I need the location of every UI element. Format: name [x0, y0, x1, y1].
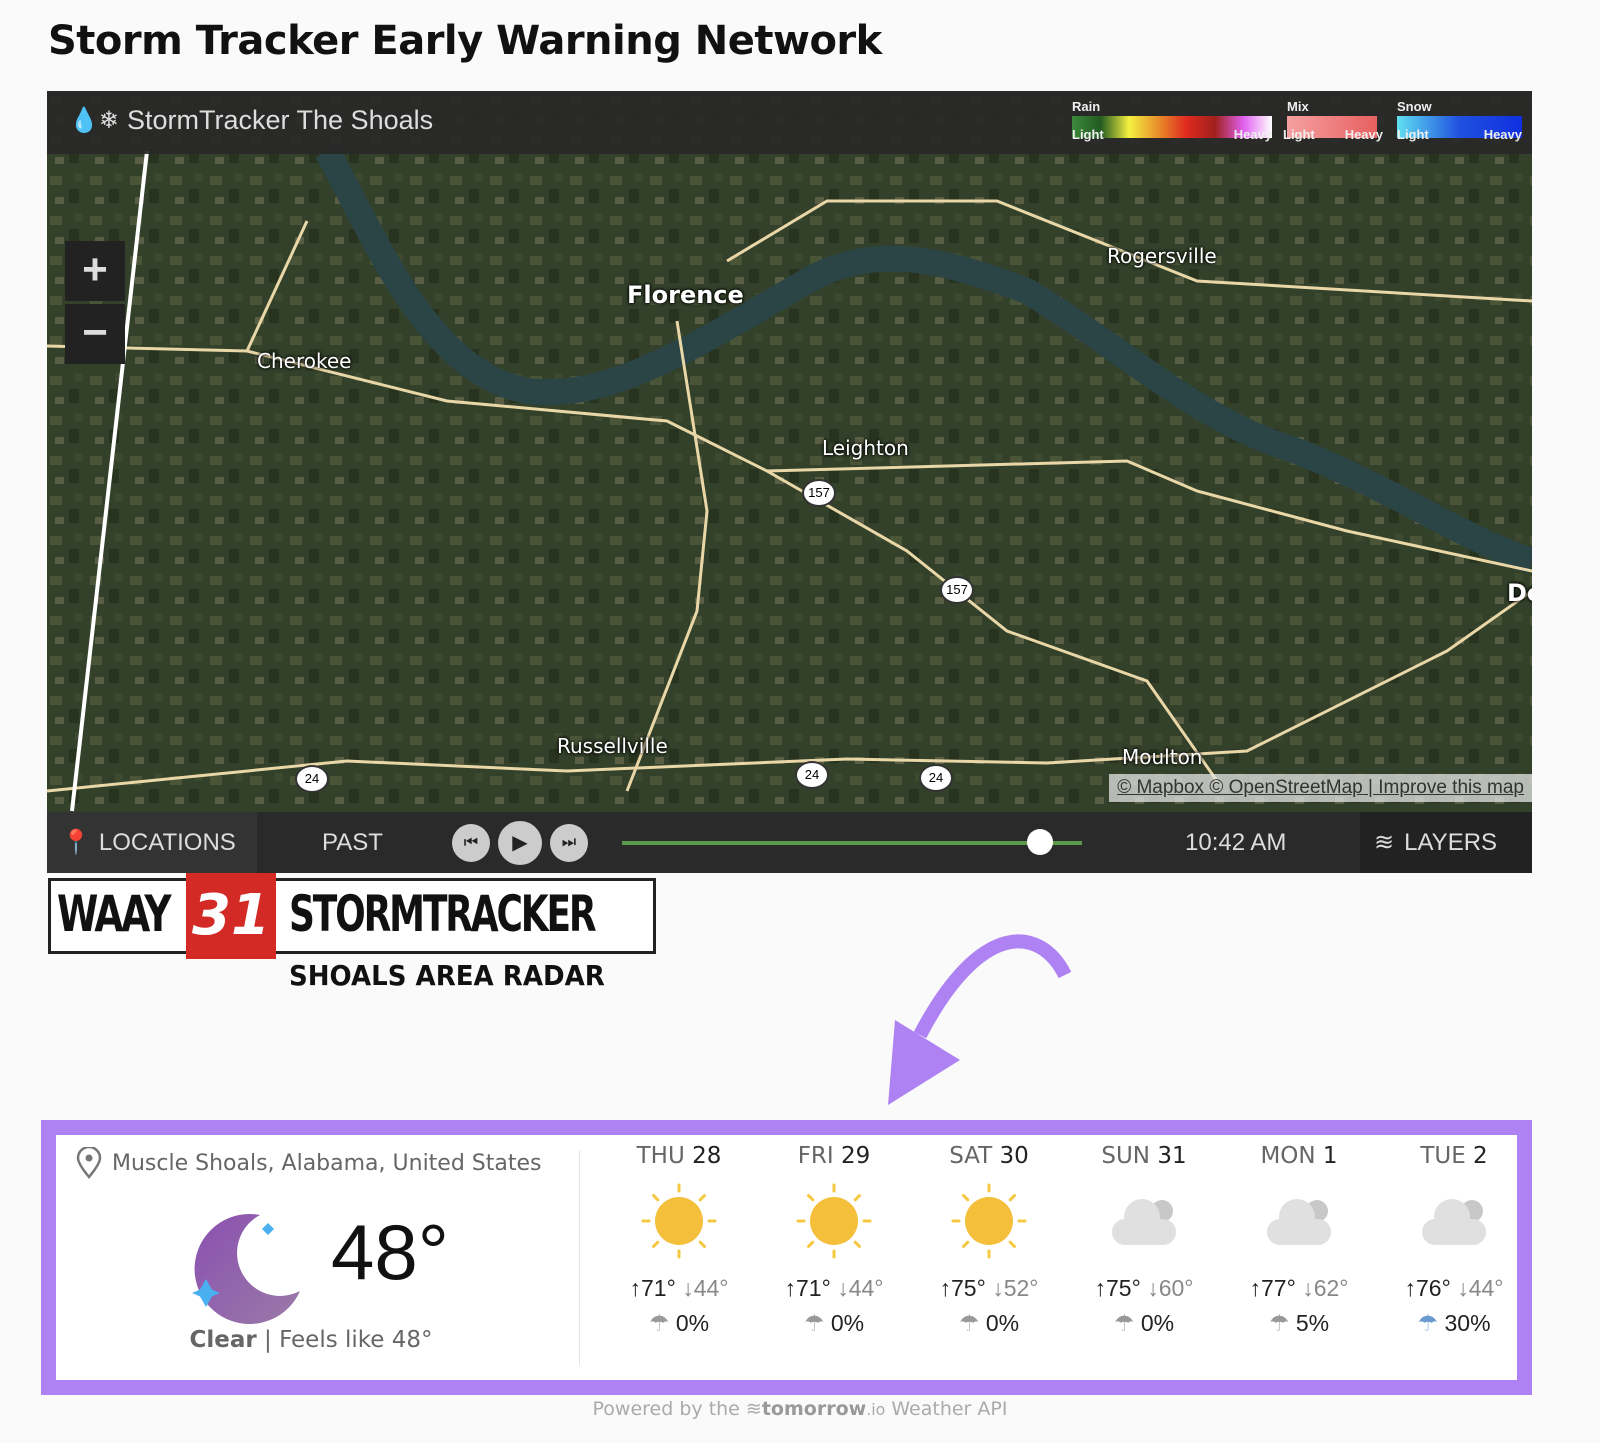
station-logo: WAAY 31 STORMTRACKER SHOALS AREA RADAR [48, 873, 656, 992]
forecast-day: SUN 31 ↑75° ↓60° ☂ 0% [1069, 1143, 1219, 1337]
forecast-day: FRI 29 ↑71° ↓44° ☂ 0% [759, 1143, 909, 1337]
radar-brand: 💧❄ StormTracker The Shoals [69, 105, 433, 136]
time-label: 10:42 AM [1185, 828, 1287, 856]
city-label: Russellville [557, 734, 668, 758]
forecast-precip: ☂ 0% [1113, 1310, 1175, 1336]
highway-shield: 24 [795, 761, 829, 789]
timeline-slider[interactable] [622, 812, 1082, 873]
sun-icon [794, 1181, 874, 1261]
page-title: Storm Tracker Early Warning Network [48, 18, 882, 64]
forecast-day: MON 1 ↑77° ↓62° ☂ 5% [1224, 1143, 1374, 1337]
forecast-precip: ☂ 5% [1268, 1310, 1330, 1336]
forecast-date: THU 28 [636, 1143, 722, 1169]
umbrella-icon: ☂ [803, 1310, 825, 1336]
map-pin-icon: 📍 [61, 829, 91, 856]
forecast-precip: ☂ 0% [958, 1310, 1020, 1336]
forecast-date: MON 1 [1260, 1143, 1338, 1169]
cloud-icon [1414, 1181, 1494, 1261]
zoom-in-button[interactable]: + [65, 241, 125, 301]
forecast-precip: ☂ 0% [648, 1310, 710, 1336]
highway-shield: 157 [940, 576, 974, 604]
divider [579, 1150, 580, 1365]
timeline-handle[interactable] [1026, 828, 1053, 855]
powered-by-footer: Powered by the ≋tomorrow.io Weather API [592, 1398, 1008, 1420]
forecast-date: FRI 29 [797, 1143, 871, 1169]
forecast-precip: ☂ 0% [803, 1310, 865, 1336]
location-pin-icon [76, 1147, 102, 1179]
condition-row: Clear | Feels like 48° [189, 1327, 433, 1353]
locations-button[interactable]: 📍 LOCATIONS [47, 812, 257, 873]
location-name[interactable]: Muscle Shoals, Alabama, United States [112, 1151, 542, 1176]
legend-mix: Mix Light Heavy [1283, 99, 1383, 142]
forecast-date: SUN 31 [1101, 1143, 1187, 1169]
sun-icon [639, 1181, 719, 1261]
radar-header: 💧❄ StormTracker The Shoals Rain Light He… [47, 91, 1532, 154]
improve-map-link[interactable]: Improve this map [1378, 777, 1524, 798]
forecast-day: SAT 30 ↑75° ↓52° ☂ 0% [914, 1143, 1064, 1337]
forecast-temps: ↑71° ↓44° [784, 1275, 884, 1301]
legend-rain: Rain Light Heavy [1072, 99, 1272, 142]
forecast-temps: ↑75° ↓60° [1094, 1275, 1194, 1301]
forecast-day: TUE 2 ↑76° ↓44° ☂ 30% [1379, 1143, 1529, 1337]
arrow-pointer-icon [888, 934, 1072, 1105]
sun-icon [949, 1181, 1029, 1261]
radar-map[interactable]: 💧❄ StormTracker The Shoals Rain Light He… [47, 91, 1532, 873]
layers-icon: ≋ [1374, 829, 1395, 856]
city-label: De [1507, 579, 1532, 607]
umbrella-icon: ☂ [958, 1310, 980, 1336]
radar-brand-text: StormTracker The Shoals [127, 105, 434, 135]
umbrella-icon: ☂ [1268, 1310, 1290, 1336]
forecast-date: SAT 30 [949, 1143, 1029, 1169]
current-temperature: 48° [331, 1208, 449, 1296]
playback-bar: 📍 LOCATIONS PAST ⏮ ▶ ⏭ 10:42 AM ≋ LAYERS [47, 812, 1532, 873]
condition-text: Clear [189, 1327, 257, 1353]
tomorrow-logo-icon: ≋ [745, 1398, 762, 1420]
umbrella-icon: ☂ [648, 1310, 670, 1336]
osm-link[interactable]: © OpenStreetMap [1209, 777, 1362, 798]
mapbox-link[interactable]: © Mapbox [1117, 777, 1204, 798]
city-label: Florence [627, 281, 744, 309]
feels-like-text: Feels like 48° [279, 1327, 433, 1353]
city-label: Cherokee [257, 349, 352, 373]
layers-button[interactable]: ≋ LAYERS [1360, 812, 1532, 873]
rain-snow-icon: 💧❄ [69, 107, 119, 134]
forecast-temps: ↑77° ↓62° [1249, 1275, 1349, 1301]
skip-forward-button[interactable]: ⏭ [550, 823, 588, 862]
highway-shield: 24 [919, 764, 953, 792]
city-label: Leighton [822, 436, 909, 460]
past-label: PAST [322, 828, 383, 856]
zoom-out-button[interactable]: − [65, 304, 125, 364]
forecast-precip: ☂ 30% [1417, 1310, 1491, 1336]
moon-stars-icon [192, 1214, 300, 1325]
highway-shield: 157 [802, 479, 836, 507]
forecast-temps: ↑76° ↓44° [1404, 1275, 1504, 1301]
forecast-temps: ↑75° ↓52° [939, 1275, 1039, 1301]
tomorrow-link[interactable]: tomorrow [762, 1398, 866, 1420]
cloud-icon [1259, 1181, 1339, 1261]
legend-snow: Snow Light Heavy [1397, 99, 1522, 142]
forecast-day: THU 28 ↑71° ↓44° ☂ 0% [604, 1143, 754, 1337]
forecast-temps: ↑71° ↓44° [629, 1275, 729, 1301]
location-row: Muscle Shoals, Alabama, United States [76, 1147, 542, 1179]
highway-shield: 24 [295, 765, 329, 793]
forecast-date: TUE 2 [1420, 1143, 1488, 1169]
weather-widget: Muscle Shoals, Alabama, United States 48… [41, 1120, 1532, 1395]
skip-back-button[interactable]: ⏮ [452, 823, 490, 862]
city-label: Rogersville [1107, 244, 1217, 268]
play-button[interactable]: ▶ [498, 820, 542, 865]
map-attribution: © Mapbox © OpenStreetMap | Improve this … [1109, 774, 1532, 802]
umbrella-icon: ☂ [1113, 1310, 1135, 1336]
umbrella-icon: ☂ [1417, 1310, 1439, 1336]
city-label: Moulton [1122, 745, 1203, 769]
cloud-icon [1104, 1181, 1184, 1261]
satellite-map [47, 91, 1532, 873]
